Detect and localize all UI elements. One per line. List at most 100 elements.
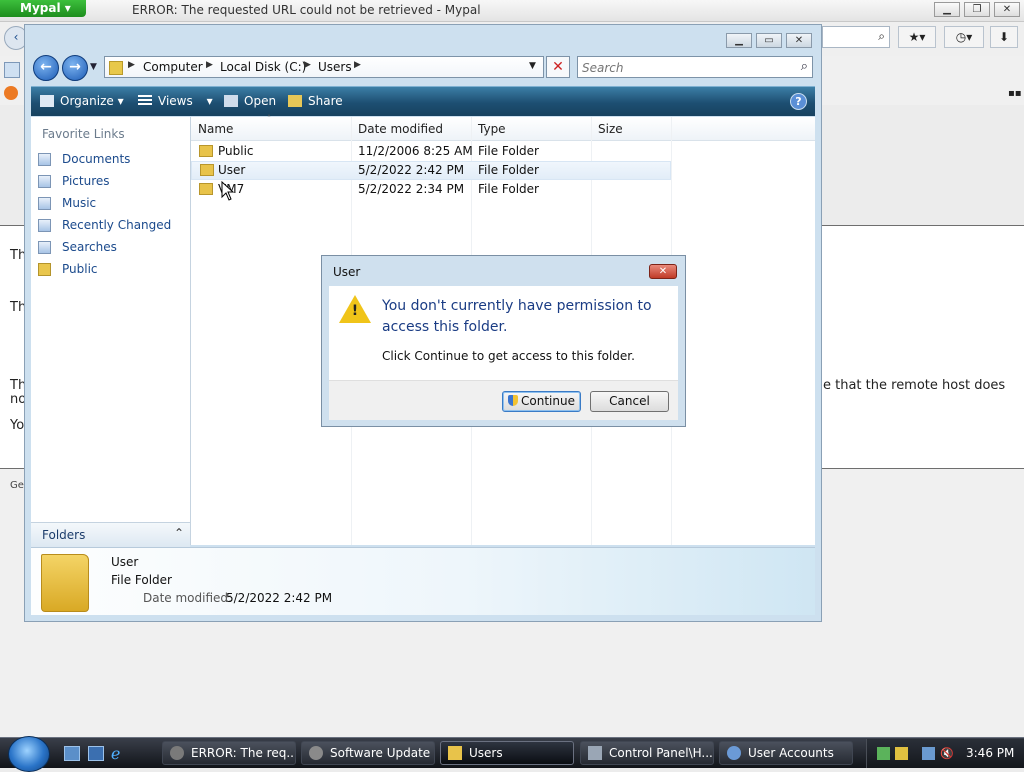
column-header-size[interactable]: Size bbox=[598, 122, 623, 136]
sidebar-addon-icon[interactable] bbox=[4, 86, 18, 100]
page-footer-text: Ge bbox=[10, 480, 24, 491]
browser-minimize-button[interactable]: ▁ bbox=[934, 2, 960, 17]
explorer-close-button[interactable]: ✕ bbox=[786, 33, 812, 48]
uac-shield-icon bbox=[508, 395, 519, 406]
folder-icon bbox=[448, 746, 462, 760]
search-box[interactable]: ⌕ bbox=[577, 56, 813, 78]
breadcrumb-users[interactable]: Users bbox=[318, 60, 352, 74]
cancel-button[interactable]: Cancel bbox=[590, 391, 669, 412]
bookmark-star-icon[interactable]: ★▾ bbox=[898, 26, 936, 48]
recent-pages-chevron-icon[interactable]: ▼ bbox=[90, 62, 97, 72]
dialog-title: User bbox=[333, 265, 361, 279]
user-accounts-icon bbox=[727, 746, 741, 760]
grid-menu-icon[interactable]: ▪▪ bbox=[1008, 88, 1022, 99]
table-row[interactable]: VM7 5/2/2022 2:34 PM File Folder bbox=[191, 180, 671, 199]
clock[interactable]: 3:46 PM bbox=[966, 746, 1014, 760]
folder-icon bbox=[200, 164, 214, 176]
share-button[interactable]: Share bbox=[288, 94, 343, 108]
nav-item-label: Public bbox=[62, 262, 98, 276]
column-header-name[interactable]: Name bbox=[198, 122, 233, 136]
dialog-close-button[interactable]: ✕ bbox=[649, 264, 677, 279]
share-label: Share bbox=[308, 94, 343, 108]
internet-explorer-icon[interactable]: ℯ bbox=[111, 746, 127, 762]
start-button-windows-icon[interactable] bbox=[8, 736, 50, 772]
warning-exclamation-icon: ! bbox=[351, 303, 359, 319]
breadcrumb-computer[interactable]: Computer bbox=[143, 60, 203, 74]
task-label: Control Panel\H... bbox=[609, 746, 713, 760]
taskbar-item-control-panel[interactable]: Control Panel\H... bbox=[580, 741, 714, 765]
browser-maximize-button[interactable]: ❐ bbox=[964, 2, 990, 17]
breadcrumb-separator-icon[interactable]: ▶ bbox=[206, 60, 213, 70]
views-icon bbox=[138, 95, 152, 107]
nav-item-music[interactable]: Music bbox=[38, 194, 186, 214]
download-arrow-icon[interactable]: ⬇ bbox=[990, 26, 1018, 48]
page-text-right: e that the remote host does bbox=[823, 378, 1006, 393]
stop-x-icon[interactable]: ✕ bbox=[546, 56, 570, 78]
table-row-selected[interactable]: User 5/2/2022 2:42 PM File Folder bbox=[191, 161, 671, 180]
dialog-body: ! You don't currently have permission to… bbox=[329, 286, 678, 380]
taskbar-item-software-update[interactable]: Software Update bbox=[301, 741, 435, 765]
folders-label: Folders bbox=[42, 528, 86, 542]
table-row[interactable]: Public 11/2/2006 8:25 AM File Folder bbox=[191, 142, 671, 161]
breadcrumb-separator-icon[interactable]: ▶ bbox=[304, 60, 311, 70]
back-arrow-icon[interactable]: ← bbox=[33, 55, 59, 81]
security-tray-icon[interactable] bbox=[877, 747, 890, 760]
column-header-type[interactable]: Type bbox=[478, 122, 506, 136]
folders-toggle[interactable]: Folders ⌃ bbox=[31, 522, 190, 547]
documents-icon bbox=[38, 153, 51, 166]
breadcrumb-separator-icon[interactable]: ▶ bbox=[128, 60, 135, 70]
nav-item-pictures[interactable]: Pictures bbox=[38, 172, 186, 192]
explorer-minimize-button[interactable]: ▁ bbox=[726, 33, 752, 48]
browser-titlebar: Mypal ▾ ERROR: The requested URL could n… bbox=[0, 0, 1024, 22]
dialog-main-instruction: You don't currently have permission to a… bbox=[382, 298, 652, 335]
page-text-4: Yo bbox=[10, 418, 25, 433]
nav-item-documents[interactable]: Documents bbox=[38, 150, 186, 170]
views-button[interactable]: Views ▾ bbox=[138, 94, 213, 108]
taskbar-item-user-accounts[interactable]: User Accounts bbox=[719, 741, 853, 765]
explorer-titlebar: ▁ ▭ ✕ bbox=[25, 25, 821, 55]
show-desktop-icon[interactable] bbox=[64, 746, 80, 761]
permission-dialog: User ✕ ! You don't currently have permis… bbox=[321, 255, 686, 427]
search-input[interactable] bbox=[580, 58, 789, 78]
chevron-down-icon: ▾ bbox=[64, 1, 71, 15]
history-clock-icon[interactable]: ◷▾ bbox=[944, 26, 984, 48]
volume-muted-icon[interactable]: 🔇 bbox=[940, 747, 954, 760]
continue-button[interactable]: Continue bbox=[502, 391, 581, 412]
explorer-maximize-button[interactable]: ▭ bbox=[756, 33, 782, 48]
breadcrumb-separator-icon[interactable]: ▶ bbox=[354, 60, 361, 70]
chevron-up-icon: ⌃ bbox=[173, 526, 184, 540]
switch-windows-icon[interactable] bbox=[88, 746, 104, 761]
column-header-date[interactable]: Date modified bbox=[358, 122, 443, 136]
address-dropdown-icon[interactable]: ▼ bbox=[529, 61, 536, 71]
pictures-icon bbox=[38, 175, 51, 188]
network-tray-icon[interactable] bbox=[922, 747, 935, 760]
sidebar-page-icon[interactable] bbox=[4, 62, 20, 78]
help-icon[interactable]: ? bbox=[790, 93, 807, 110]
browser-close-button[interactable]: ✕ bbox=[994, 2, 1020, 17]
update-tray-icon[interactable] bbox=[895, 747, 908, 760]
nav-item-recently-changed[interactable]: Recently Changed bbox=[38, 216, 186, 236]
row-name: Public bbox=[218, 144, 254, 158]
open-label: Open bbox=[244, 94, 277, 108]
breadcrumb-local-disk[interactable]: Local Disk (C:) bbox=[220, 60, 306, 74]
row-type: File Folder bbox=[478, 163, 539, 177]
nav-item-label: Pictures bbox=[62, 174, 110, 188]
browser-search-field[interactable]: ⌕ bbox=[822, 26, 890, 48]
mouse-cursor-icon bbox=[221, 180, 235, 201]
organize-button[interactable]: Organize ▾ bbox=[40, 94, 124, 108]
organize-icon bbox=[40, 95, 54, 107]
nav-item-searches[interactable]: Searches bbox=[38, 238, 186, 258]
address-bar[interactable]: ▶ Computer ▶ Local Disk (C:) ▶ Users ▶ ▼ bbox=[104, 56, 544, 78]
chevron-down-icon: ▾ bbox=[206, 94, 213, 108]
open-button[interactable]: Open bbox=[224, 94, 276, 108]
details-name: User bbox=[111, 555, 139, 569]
nav-item-public[interactable]: Public bbox=[38, 260, 186, 280]
taskbar-item-mypal[interactable]: ERROR: The req... bbox=[162, 741, 296, 765]
recent-icon bbox=[38, 219, 51, 232]
mypal-menu-button[interactable]: Mypal ▾ bbox=[0, 0, 86, 17]
taskbar-item-users[interactable]: Users bbox=[440, 741, 574, 765]
task-label: User Accounts bbox=[748, 746, 834, 760]
search-icon[interactable]: ⌕ bbox=[801, 59, 808, 74]
forward-arrow-icon[interactable]: → bbox=[62, 55, 88, 81]
taskbar: ℯ ERROR: The req... Software Update User… bbox=[0, 736, 1024, 772]
